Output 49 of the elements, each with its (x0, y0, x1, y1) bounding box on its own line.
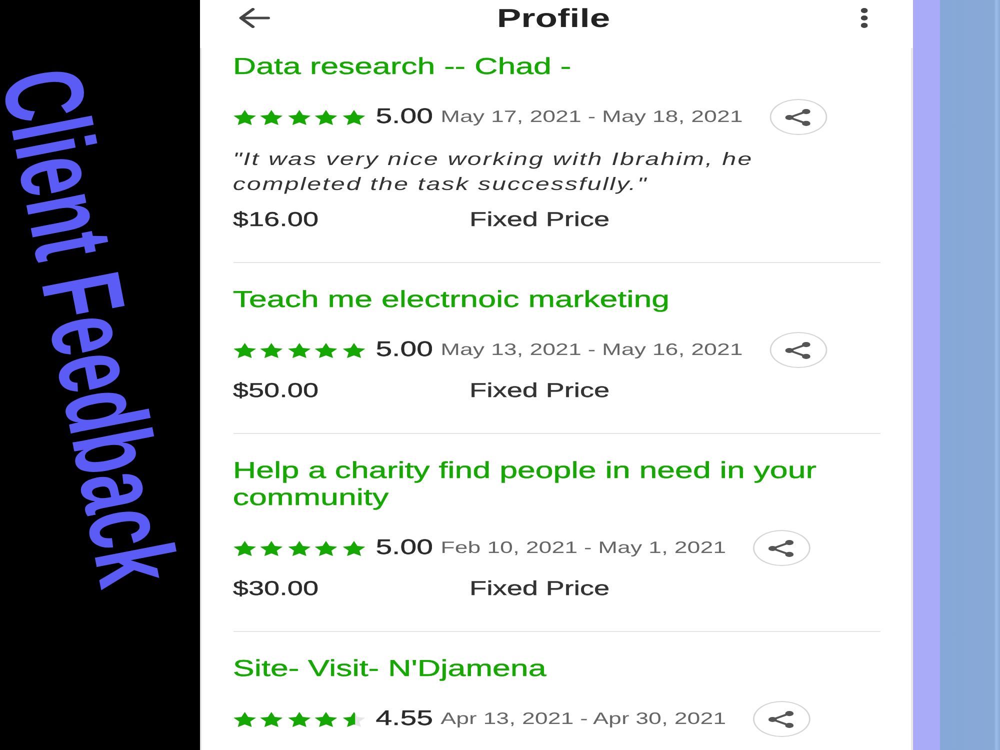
contract-dates: Feb 10, 2021 - May 1, 2021 (440, 538, 726, 558)
star-icon (288, 712, 310, 726)
star-icon (342, 712, 364, 726)
star-icon (260, 342, 283, 358)
price-type: Fixed Price (470, 577, 610, 602)
screen-title: Profile (496, 4, 610, 32)
job-amount: $50.00 (232, 380, 319, 402)
more-menu-icon[interactable] (860, 8, 868, 28)
star-icon (232, 540, 256, 556)
star-icon (232, 110, 256, 124)
star-icon (260, 712, 283, 726)
star-icon (314, 540, 338, 556)
contract-dates: May 13, 2021 - May 16, 2021 (440, 340, 743, 360)
banner-title: Client Feedback (0, 60, 194, 594)
client-comment: "It was very nice working with Ibrahim, he completed the task successfully." (232, 148, 754, 196)
rating-score: 5.00 (376, 105, 433, 129)
contract-dates: Apr 13, 2021 - Apr 30, 2021 (440, 709, 726, 729)
share-icon (768, 540, 794, 556)
rating-score: 5.00 (376, 338, 433, 362)
star-icon (288, 540, 310, 556)
job-title[interactable]: Help a charity find people in need in your community (232, 457, 880, 511)
share-button[interactable] (769, 99, 827, 135)
star-icon (260, 110, 283, 124)
job-amount: $30.00 (232, 578, 319, 600)
share-icon (786, 342, 811, 358)
star-icon (314, 110, 338, 124)
rating-score: 4.55 (376, 707, 433, 731)
share-icon (768, 710, 794, 728)
back-arrow-icon[interactable] (239, 8, 270, 28)
rating-score: 5.00 (376, 536, 433, 560)
price-type: Fixed Price (470, 379, 610, 404)
star-icon (260, 540, 283, 556)
star-icon (288, 342, 310, 358)
job-amount: $16.00 (232, 209, 319, 231)
star-icon (342, 342, 364, 358)
star-icon (342, 110, 364, 124)
job-title[interactable]: Teach me electrnoic marketing (232, 286, 880, 313)
share-button[interactable] (769, 332, 827, 368)
star-icon (314, 342, 338, 358)
contract-dates: May 17, 2021 - May 18, 2021 (440, 107, 743, 127)
star-icon (314, 712, 338, 726)
star-icon (232, 342, 256, 358)
share-icon (786, 108, 811, 126)
job-title[interactable]: Site- Visit- N'Djamena (232, 655, 880, 682)
star-icon (342, 540, 364, 556)
job-title[interactable]: Data research -- Chad - (232, 53, 880, 80)
star-icon (232, 712, 256, 726)
star-icon (288, 110, 310, 124)
price-type: Fixed Price (470, 208, 610, 233)
